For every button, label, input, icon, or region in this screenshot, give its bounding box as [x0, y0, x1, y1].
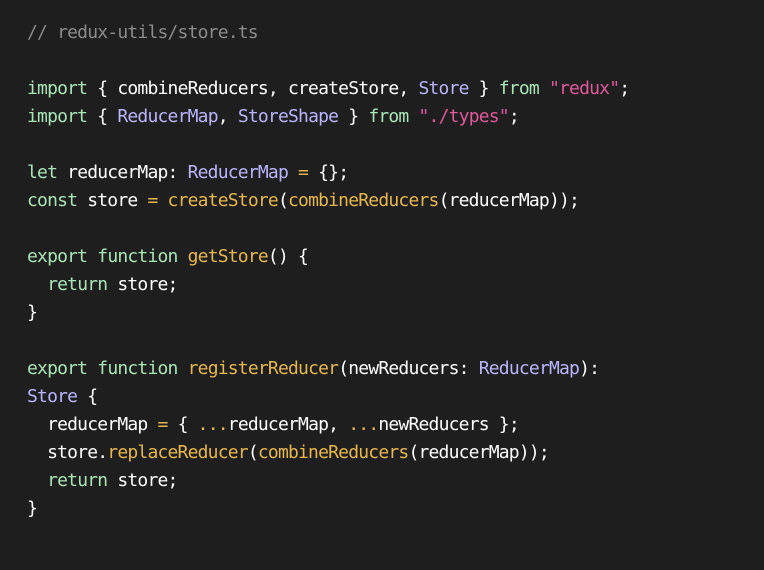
code-token-function: = [147, 190, 158, 211]
code-line: const store = createStore(combineReducer… [27, 187, 764, 215]
code-token-function: registerReducer [187, 358, 339, 379]
code-token-string: "./types" [418, 106, 510, 127]
code-token-keyword: return [47, 470, 108, 491]
code-line: } [27, 495, 764, 523]
code-token-plain: () { [267, 246, 309, 267]
code-line: reducerMap = { ...reducerMap, ...newRedu… [27, 411, 764, 439]
code-token-plain: ; [619, 78, 630, 99]
code-line: return store; [27, 467, 764, 495]
code-token-type: ReducerMap [117, 106, 218, 127]
code-token-function: combineReducers [288, 190, 439, 211]
code-token-type: ReducerMap [478, 358, 580, 379]
code-token-function: ... [348, 414, 379, 435]
code-token-type: Store [27, 386, 78, 407]
code-token-function: = [298, 162, 309, 183]
code-line: export function registerReducer(newReduc… [27, 355, 764, 383]
code-token-function: replaceReducer [107, 442, 248, 463]
code-token-keyword: function [97, 358, 178, 379]
code-token-plain: ; [508, 106, 520, 127]
code-line: import { ReducerMap, StoreShape } from "… [27, 103, 764, 131]
code-token-comment: // redux-utils/store.ts [27, 22, 259, 43]
code-token-plain: {}; [308, 162, 349, 183]
code-token-keyword: export [27, 358, 88, 379]
code-token-plain: newReducers }; [378, 414, 519, 435]
code-line: export function getStore() { [27, 243, 764, 271]
code-token-function: createStore [167, 190, 279, 211]
code-token-plain: ( [277, 190, 289, 211]
code-token-keyword: export [27, 246, 88, 267]
code-block: // redux-utils/store.ts import { combine… [27, 19, 764, 523]
code-editor[interactable]: // redux-utils/store.ts import { combine… [0, 0, 764, 570]
code-token-plain: store [77, 190, 148, 211]
code-token-plain: (newReducers: [338, 358, 479, 379]
code-line: let reducerMap: ReducerMap = {}; [27, 159, 764, 187]
code-token-type: StoreShape [237, 106, 339, 127]
code-token-plain: reducerMap: [57, 162, 188, 183]
code-token-keyword: from [368, 106, 409, 127]
code-token-type: ReducerMap [187, 162, 289, 183]
code-token-type: Store [418, 78, 469, 99]
code-line: } [27, 299, 764, 327]
code-token-plain: , [217, 106, 238, 127]
code-token-plain: store. [27, 442, 108, 463]
code-token-string: "redux" [548, 78, 620, 99]
code-token-plain: } [468, 78, 499, 99]
code-token-plain: { [167, 414, 198, 435]
code-line: return store; [27, 271, 764, 299]
code-token-plain: store; [107, 470, 178, 491]
code-token-function: combineReducers [257, 442, 409, 463]
code-token-keyword: return [47, 274, 108, 295]
code-line: Store { [27, 383, 764, 411]
code-token-plain: } [27, 302, 38, 323]
code-token-plain: store; [107, 274, 178, 295]
code-token-keyword: import [27, 106, 88, 127]
code-token-plain: ): [579, 358, 600, 379]
code-token-plain: { combineReducers, createStore, [87, 78, 419, 99]
code-token-keyword: function [97, 246, 178, 267]
code-token-keyword: const [27, 190, 78, 211]
code-token-plain: (reducerMap)); [438, 190, 580, 211]
code-line: // redux-utils/store.ts [27, 19, 764, 47]
code-token-plain: { [77, 386, 98, 407]
code-token-keyword: let [27, 162, 58, 183]
code-token-plain: (reducerMap)); [408, 442, 549, 463]
code-line: store.replaceReducer(combineReducers(red… [27, 439, 764, 467]
code-token-function: getStore [187, 246, 269, 267]
code-token-plain: reducerMap [27, 414, 158, 435]
code-token-plain: reducerMap, [227, 414, 349, 435]
code-token-plain: } [338, 106, 369, 127]
code-line: import { combineReducers, createStore, S… [27, 75, 764, 103]
code-token-keyword: from [498, 78, 540, 99]
code-token-plain: { [87, 106, 118, 127]
code-token-function: = [157, 414, 168, 435]
code-token-plain: } [27, 498, 38, 519]
code-token-keyword: import [27, 78, 88, 99]
code-token-plain: ( [247, 442, 259, 463]
code-token-function: ... [197, 414, 229, 435]
